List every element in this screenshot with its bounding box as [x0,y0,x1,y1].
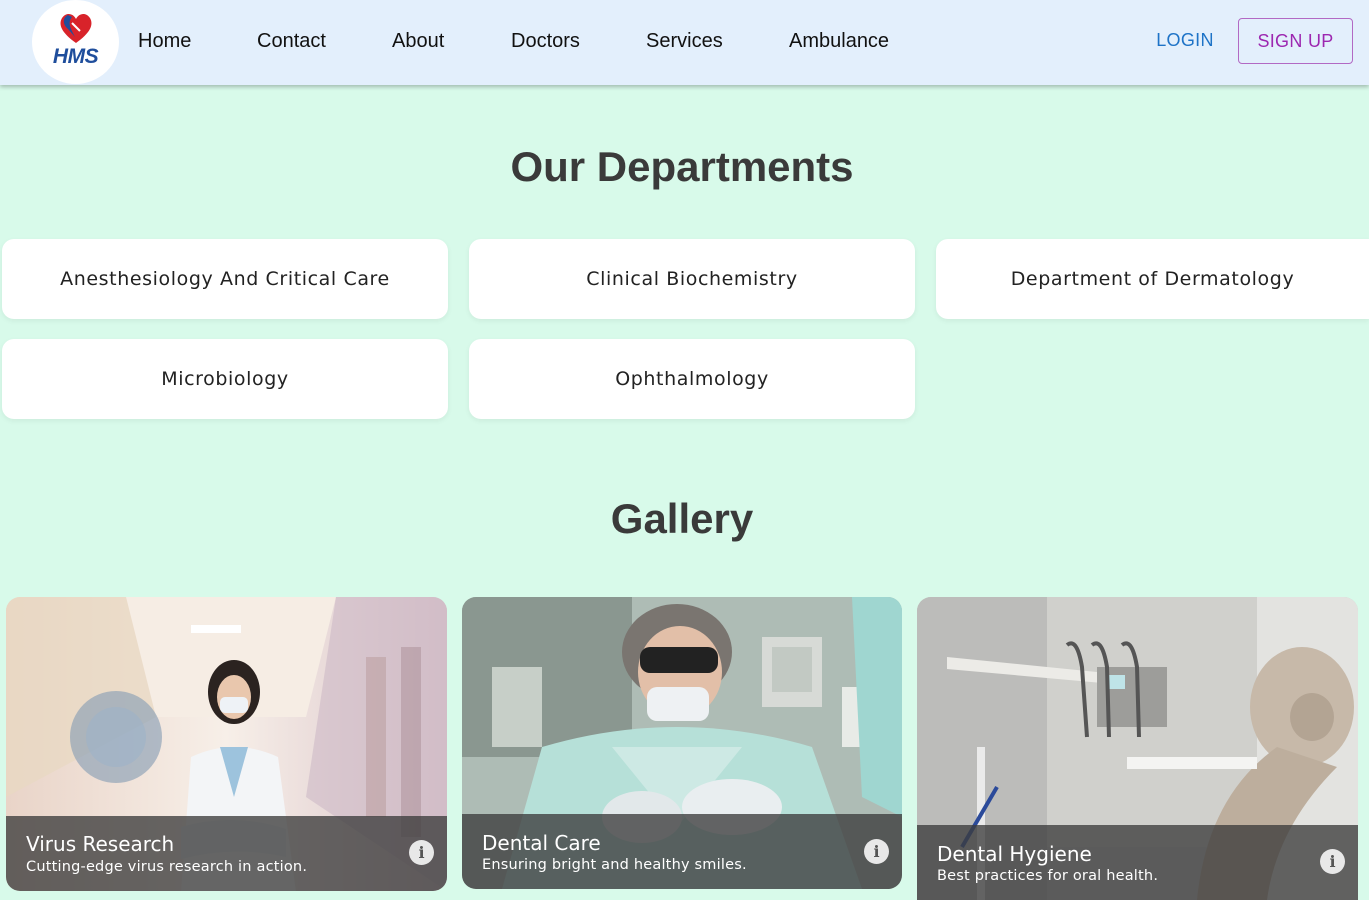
gallery-title: Gallery [610,495,754,542]
nav-link-ambulance[interactable]: Ambulance [789,30,889,52]
nav-link-services[interactable]: Services [646,30,723,52]
nav-link-doctors[interactable]: Doctors [511,30,580,52]
heart-logo-icon [60,13,92,43]
gallery-card-subtitle: Ensuring bright and healthy smiles. [482,857,747,873]
gallery-card-virus-research[interactable]: Virus Research Cutting-edge virus resear… [6,597,447,891]
gallery-caption: Dental Hygiene Best practices for oral h… [917,825,1358,900]
gallery-card-subtitle: Best practices for oral health. [937,868,1159,884]
gallery-caption: Virus Research Cutting-edge virus resear… [6,816,447,891]
gallery-card-title: Virus Research [26,832,175,856]
info-icon[interactable]: i [864,839,889,864]
gallery-card-dental-care[interactable]: Dental Care Ensuring bright and healthy … [462,597,902,889]
hms-logo[interactable]: HMS [32,0,119,84]
signup-button[interactable]: SIGN UP [1238,18,1353,64]
info-icon[interactable]: i [1320,849,1345,874]
logo-text: HMS [52,45,99,68]
gallery-card-dental-hygiene[interactable]: Dental Hygiene Best practices for oral h… [917,597,1358,900]
departments-title: Our Departments [510,143,854,190]
login-button[interactable]: LOGIN [1143,18,1227,62]
gallery-card-subtitle: Cutting-edge virus research in action. [26,859,308,875]
department-card-dermatology[interactable]: Department of Dermatology [936,239,1369,319]
nav-link-contact[interactable]: Contact [257,30,326,52]
gallery-card-title: Dental Hygiene [937,842,1092,866]
nav-link-home[interactable]: Home [138,30,191,52]
department-card-ophthalmology[interactable]: Ophthalmology [469,339,915,419]
department-card-clinical-biochemistry[interactable]: Clinical Biochemistry [469,239,915,319]
navbar: HMS Home Contact About Doctors Services … [0,0,1369,85]
gallery-caption: Dental Care Ensuring bright and healthy … [462,814,902,889]
info-icon[interactable]: i [409,840,434,865]
department-card-microbiology[interactable]: Microbiology [2,339,448,419]
nav-link-about[interactable]: About [392,30,444,52]
gallery-card-title: Dental Care [482,831,601,855]
department-card-anesthesiology[interactable]: Anesthesiology And Critical Care [2,239,448,319]
